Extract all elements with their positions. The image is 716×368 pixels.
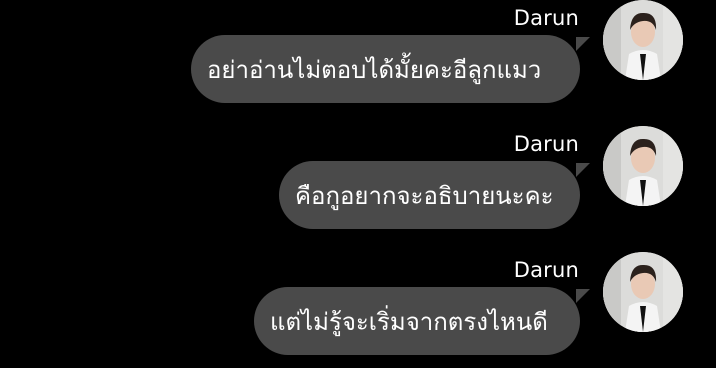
message-bubble[interactable]: แต่ไม่รู้จะเริ่มจากตรงไหนดี xyxy=(254,287,590,355)
message-row: Darun อย่าอ่านไม่ตอบได้มั้ยคะอีลูกแมว xyxy=(0,0,716,120)
avatar-photo-icon xyxy=(603,126,683,206)
avatar[interactable] xyxy=(603,0,683,80)
message-text: อย่าอ่านไม่ตอบได้มั้ยคะอีลูกแมว xyxy=(207,55,542,84)
message-row: Darun แต่ไม่รู้จะเริ่มจากตรงไหนดี xyxy=(0,252,716,368)
avatar-photo-icon xyxy=(603,252,683,332)
sender-name: Darun xyxy=(513,6,579,30)
avatar[interactable] xyxy=(603,252,683,332)
bubble-tail xyxy=(576,289,590,303)
message-row: Darun คือกูอยากจะอธิบายนะคะ xyxy=(0,126,716,246)
sender-name: Darun xyxy=(513,258,579,282)
bubble-tail xyxy=(576,37,590,51)
message-text: แต่ไม่รู้จะเริ่มจากตรงไหนดี xyxy=(270,307,548,336)
chat-message-list: Darun อย่าอ่านไม่ตอบได้มั้ยคะอีลูกแมว Da… xyxy=(0,0,716,368)
avatar[interactable] xyxy=(603,126,683,206)
message-bubble[interactable]: อย่าอ่านไม่ตอบได้มั้ยคะอีลูกแมว xyxy=(191,35,590,103)
avatar-photo-icon xyxy=(603,0,683,80)
sender-name: Darun xyxy=(513,132,579,156)
message-bubble[interactable]: คือกูอยากจะอธิบายนะคะ xyxy=(279,161,590,229)
bubble-tail xyxy=(576,163,590,177)
message-text: คือกูอยากจะอธิบายนะคะ xyxy=(295,181,554,210)
